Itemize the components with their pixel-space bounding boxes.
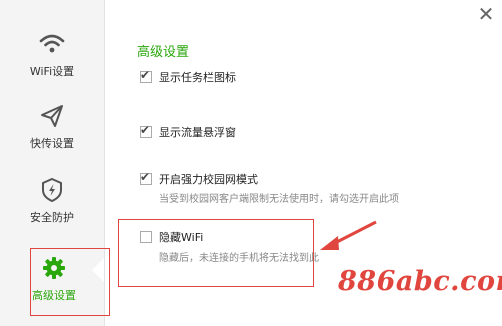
watermark: 886abc.com — [334, 258, 502, 306]
